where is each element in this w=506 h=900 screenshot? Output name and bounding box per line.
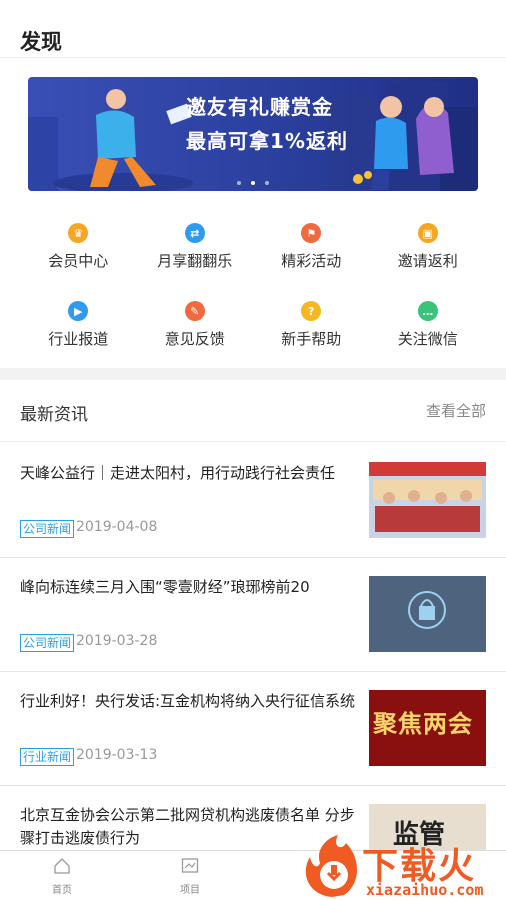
banner-pager bbox=[237, 181, 269, 185]
flag-icon: ⚑ bbox=[301, 223, 322, 243]
chart-icon bbox=[181, 858, 199, 873]
grid-item-monthly-flip[interactable]: ⇄ 月享翻翻乐 bbox=[137, 220, 254, 298]
nav-project-label: 项目 bbox=[180, 885, 200, 896]
banner-dot[interactable] bbox=[237, 181, 241, 185]
feature-grid: ♛ 会员中心 ⇄ 月享翻翻乐 ⚑ 精彩活动 ▣ 邀请返利 ▶ 行业报道 ✎ 意见… bbox=[20, 220, 486, 376]
home-icon bbox=[54, 858, 70, 874]
watermark: 下载火 xiazaihuo.com bbox=[298, 833, 506, 900]
news-title: 天峰公益行｜走进太阳村，用行动践行社会责任 bbox=[20, 464, 336, 482]
grid-item-follow-wechat[interactable]: … 关注微信 bbox=[370, 298, 487, 376]
nav-home[interactable]: 首页 bbox=[42, 857, 82, 896]
grid-item-label: 行业报道 bbox=[48, 330, 109, 348]
swap-icon: ⇄ bbox=[184, 223, 205, 243]
nav-project[interactable]: 项目 bbox=[170, 857, 210, 896]
news-item[interactable]: 峰向标连续三月入围“零壹财经”琅琊榜前20 公司新闻 2019-03-28 bbox=[0, 557, 506, 672]
view-all-link[interactable]: 查看全部 bbox=[426, 400, 486, 421]
watermark-url: xiazaihuo.com bbox=[366, 881, 484, 899]
news-item[interactable]: 行业利好！央行发话:互金机构将纳入央行征信系统 行业新闻 2019-03-13 … bbox=[0, 671, 506, 786]
grid-item-activities[interactable]: ⚑ 精彩活动 bbox=[253, 220, 370, 298]
news-tag: 公司新闻 bbox=[20, 520, 75, 538]
banner-dot[interactable] bbox=[265, 181, 269, 185]
news-thumbnail: 聚焦两会 bbox=[369, 690, 486, 766]
news-date: 2019-04-08 bbox=[76, 519, 158, 535]
banner-line-1: 邀友有礼赚赏金 bbox=[186, 95, 333, 119]
wechat-icon: … bbox=[417, 301, 438, 321]
news-header: 最新资讯 查看全部 bbox=[0, 380, 506, 442]
grid-item-industry-news[interactable]: ▶ 行业报道 bbox=[20, 298, 137, 376]
page-header: 发现 bbox=[0, 0, 506, 58]
grid-item-beginner-help[interactable]: ? 新手帮助 bbox=[253, 298, 370, 376]
news-tag: 公司新闻 bbox=[20, 634, 75, 652]
grid-item-invite-rebate[interactable]: ▣ 邀请返利 bbox=[370, 220, 487, 298]
grid-item-label: 关注微信 bbox=[397, 330, 458, 348]
grid-item-label: 月享翻翻乐 bbox=[157, 252, 233, 270]
news-title: 行业利好！央行发话:互金机构将纳入央行征信系统 bbox=[20, 692, 356, 710]
nav-home-label: 首页 bbox=[52, 885, 72, 896]
question-icon: ? bbox=[301, 301, 322, 321]
news-thumbnail bbox=[369, 576, 486, 652]
page-title: 发现 bbox=[20, 30, 62, 54]
grid-item-label: 新手帮助 bbox=[281, 330, 342, 348]
grid-item-member-center[interactable]: ♛ 会员中心 bbox=[20, 220, 137, 298]
section-divider bbox=[0, 368, 506, 380]
gift-icon: ▣ bbox=[417, 223, 438, 243]
banner-line-2: 最高可拿1%返利 bbox=[186, 129, 348, 153]
grid-item-label: 意见反馈 bbox=[164, 330, 225, 348]
grid-item-label: 邀请返利 bbox=[397, 252, 458, 270]
news-item[interactable]: 天峰公益行｜走进太阳村，用行动践行社会责任 公司新闻 2019-04-08 bbox=[0, 443, 506, 558]
flame-logo-icon bbox=[305, 835, 357, 897]
news-title: 峰向标连续三月入围“零壹财经”琅琊榜前20 bbox=[20, 578, 310, 596]
grid-item-feedback[interactable]: ✎ 意见反馈 bbox=[137, 298, 254, 376]
thumb-caption: 聚焦两会 bbox=[373, 710, 473, 738]
news-section-title: 最新资讯 bbox=[20, 405, 88, 425]
promo-banner[interactable]: 邀友有礼赚赏金 最高可拿1%返利 bbox=[28, 77, 478, 191]
news-date: 2019-03-13 bbox=[76, 747, 158, 763]
pencil-icon: ✎ bbox=[184, 301, 205, 321]
grid-item-label: 会员中心 bbox=[48, 252, 109, 270]
news-date: 2019-03-28 bbox=[76, 633, 158, 649]
grid-item-label: 精彩活动 bbox=[281, 252, 342, 270]
crown-icon: ♛ bbox=[68, 223, 89, 243]
news-tag: 行业新闻 bbox=[20, 748, 75, 766]
news-thumbnail bbox=[369, 462, 486, 538]
banner-dot-active[interactable] bbox=[251, 181, 255, 185]
video-icon: ▶ bbox=[68, 301, 89, 321]
